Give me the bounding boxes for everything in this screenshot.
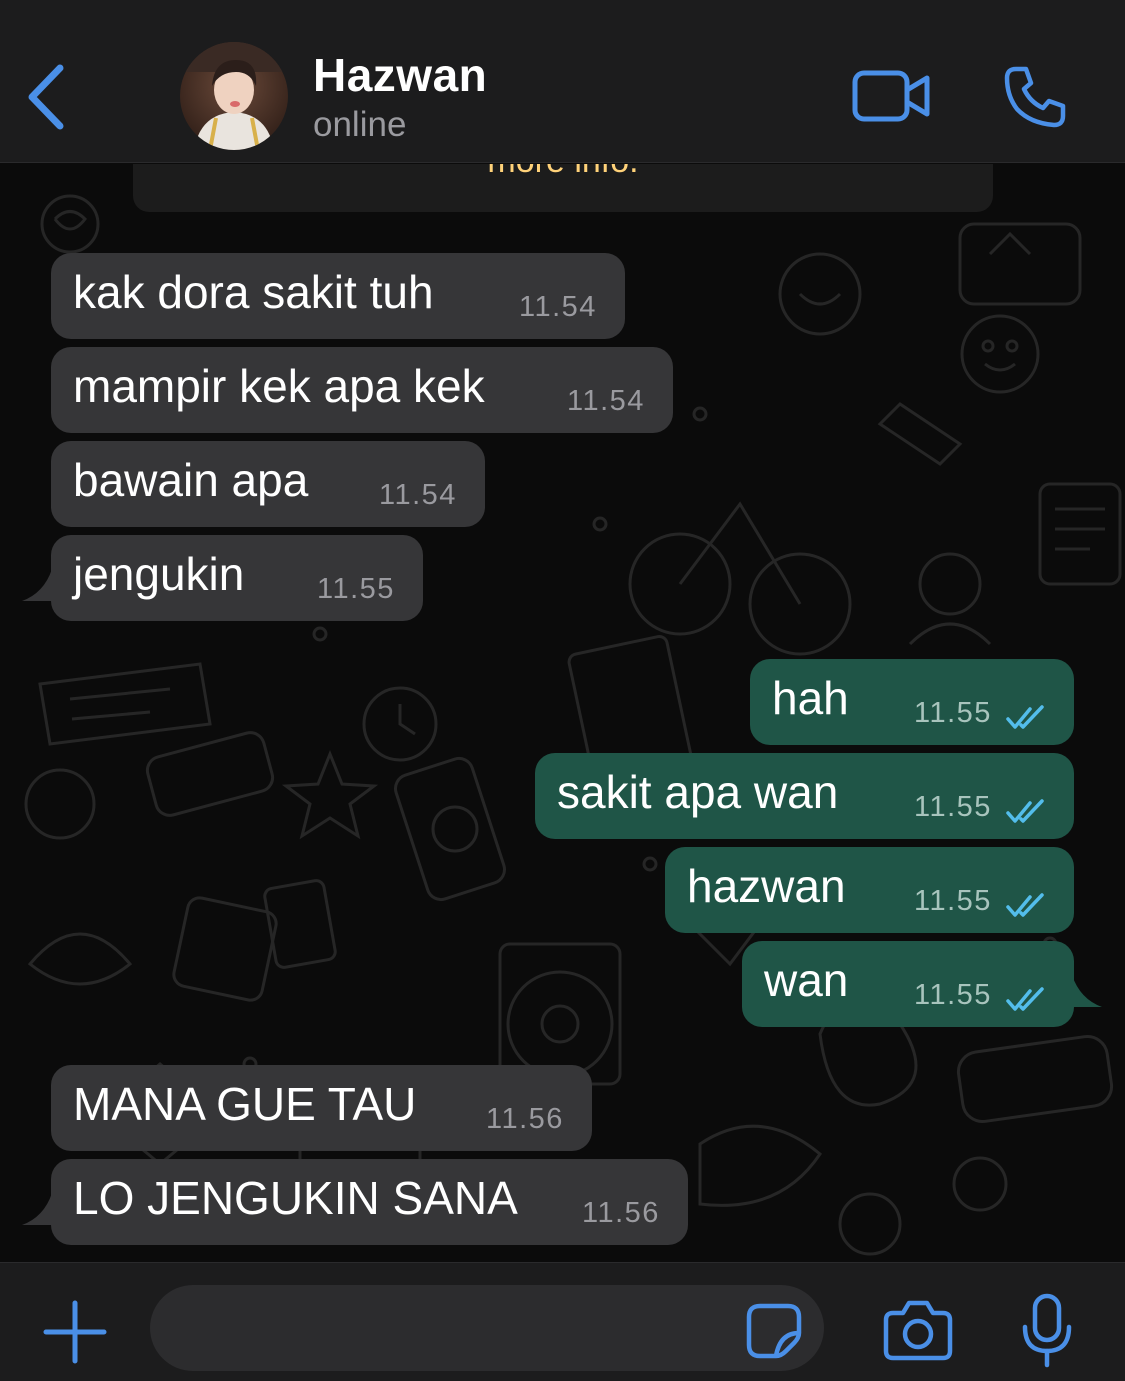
- sticker-icon: [746, 1303, 802, 1359]
- message-time: 11.55: [914, 885, 992, 917]
- double-check-icon: [1006, 705, 1044, 729]
- chevron-left-icon: [28, 64, 64, 130]
- chat-header: Hazwan online: [0, 0, 1125, 163]
- avatar[interactable]: [180, 42, 288, 150]
- sticker-button[interactable]: [746, 1303, 802, 1359]
- double-check-icon: [1006, 799, 1044, 823]
- contact-status: online: [313, 105, 407, 144]
- video-call-button[interactable]: [852, 68, 932, 124]
- voice-record-button[interactable]: [1020, 1293, 1074, 1369]
- message-text: sakit apa wan: [557, 766, 839, 818]
- attach-button[interactable]: [42, 1299, 108, 1365]
- message-text: wan: [764, 954, 849, 1006]
- double-check-icon: [1006, 893, 1044, 917]
- plus-icon: [43, 1300, 107, 1364]
- video-camera-icon: [852, 70, 930, 122]
- message-time: 11.55: [914, 979, 992, 1011]
- message-time: 11.54: [519, 291, 597, 323]
- microphone-icon: [1022, 1293, 1072, 1368]
- camera-icon: [883, 1300, 953, 1361]
- message-bubble-outgoing[interactable]: hazwan 11.55: [665, 847, 1074, 933]
- message-bubble-incoming[interactable]: mampir kek apa kek 11.54: [51, 347, 673, 433]
- phone-icon: [1004, 66, 1066, 128]
- back-button[interactable]: [22, 62, 72, 132]
- voice-call-button[interactable]: [1002, 64, 1068, 130]
- message-text: MANA GUE TAU: [73, 1078, 417, 1130]
- message-bubble-outgoing[interactable]: sakit apa wan 11.55: [535, 753, 1074, 839]
- message-bubble-outgoing[interactable]: wan 11.55: [742, 941, 1074, 1027]
- message-text: hazwan: [687, 860, 846, 912]
- message-bubble-incoming[interactable]: MANA GUE TAU 11.56: [51, 1065, 592, 1151]
- message-time: 11.55: [317, 573, 395, 605]
- message-text: mampir kek apa kek: [73, 360, 485, 412]
- camera-button[interactable]: [883, 1299, 953, 1361]
- message-composer: [0, 1262, 1125, 1381]
- message-input[interactable]: [150, 1285, 824, 1371]
- message-time: 11.55: [914, 791, 992, 823]
- system-note-text: more info.: [133, 164, 993, 181]
- message-text: jengukin: [73, 548, 245, 600]
- message-bubble-outgoing[interactable]: hah 11.55: [750, 659, 1074, 745]
- message-time: 11.54: [567, 385, 645, 417]
- message-text: LO JENGUKIN SANA: [73, 1172, 518, 1224]
- message-time: 11.55: [914, 697, 992, 729]
- system-note[interactable]: more info.: [133, 164, 993, 212]
- message-bubble-incoming[interactable]: kak dora sakit tuh 11.54: [51, 253, 625, 339]
- double-check-icon: [1006, 987, 1044, 1011]
- message-time: 11.56: [486, 1103, 564, 1135]
- chat-area[interactable]: more info. kak dora sakit tuh 11.54 mamp…: [0, 164, 1125, 1262]
- message-time: 11.54: [379, 479, 457, 511]
- message-bubble-incoming[interactable]: LO JENGUKIN SANA 11.56: [51, 1159, 688, 1245]
- message-bubble-incoming[interactable]: bawain apa 11.54: [51, 441, 485, 527]
- message-time: 11.56: [582, 1197, 660, 1229]
- message-bubble-incoming[interactable]: jengukin 11.55: [51, 535, 423, 621]
- contact-name[interactable]: Hazwan: [313, 48, 487, 102]
- message-text: bawain apa: [73, 454, 309, 506]
- message-text: kak dora sakit tuh: [73, 266, 434, 318]
- message-text: hah: [772, 672, 849, 724]
